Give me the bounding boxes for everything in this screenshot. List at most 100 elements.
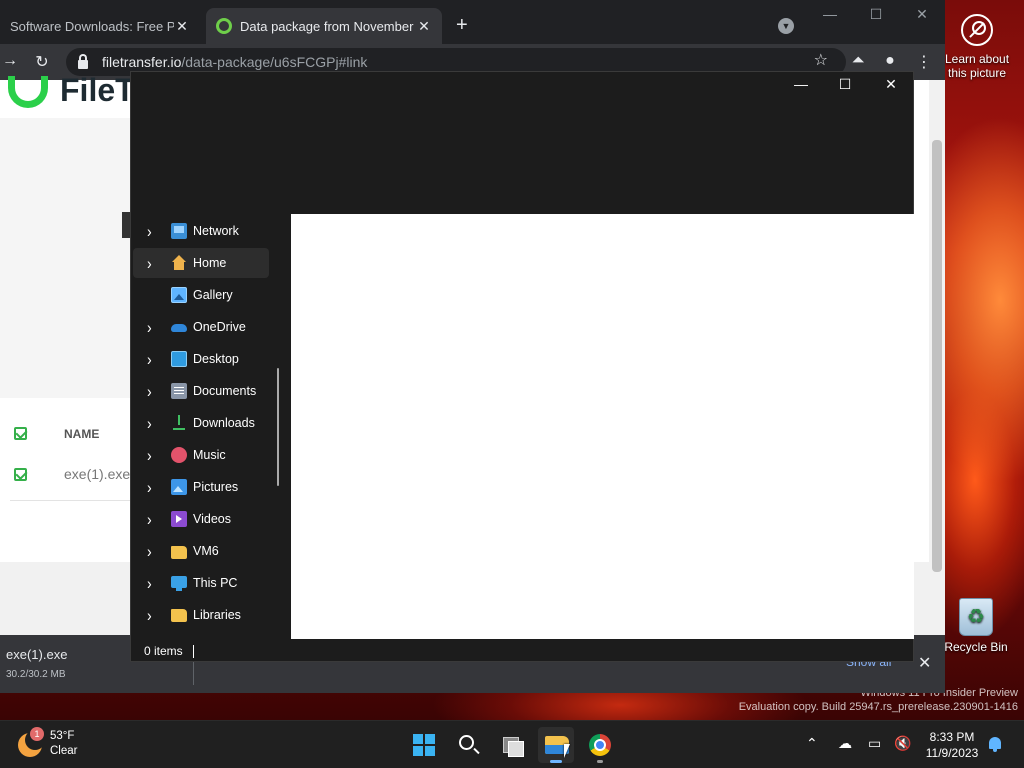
close-tab-icon[interactable]: ✕ bbox=[416, 18, 432, 35]
volume-muted-icon[interactable]: 🔇 bbox=[894, 735, 911, 752]
nav-item-network[interactable]: › Network bbox=[133, 216, 269, 246]
nav-item-onedrive[interactable]: › OneDrive bbox=[133, 312, 269, 342]
nav-item-label: Pictures bbox=[193, 480, 239, 494]
select-all-checkbox[interactable] bbox=[14, 427, 27, 440]
search-button[interactable] bbox=[450, 727, 486, 763]
maximize-icon[interactable]: ☐ bbox=[866, 6, 886, 23]
chevron-right-icon[interactable]: › bbox=[147, 573, 167, 592]
mouse-cursor-icon bbox=[564, 744, 570, 758]
chevron-right-icon[interactable]: › bbox=[147, 605, 167, 624]
nav-item-videos[interactable]: › Videos bbox=[133, 504, 269, 534]
scrollbar-thumb[interactable] bbox=[932, 140, 942, 572]
nav-item-label: Libraries bbox=[193, 608, 241, 622]
weather-temp: 53°F bbox=[50, 730, 75, 742]
nav-item-gallery[interactable]: Gallery bbox=[133, 280, 269, 310]
nav-item-pictures[interactable]: › Pictures bbox=[133, 472, 269, 502]
chevron-right-icon[interactable]: › bbox=[147, 541, 167, 560]
onedrive-status-icon[interactable]: ☁ bbox=[838, 735, 852, 752]
tab-search-icon[interactable]: ▼ bbox=[778, 18, 794, 34]
nav-item-this-pc[interactable]: › This PC bbox=[133, 568, 269, 598]
start-button[interactable] bbox=[406, 727, 442, 763]
videos-icon bbox=[171, 511, 187, 527]
nav-item-label: Documents bbox=[193, 384, 257, 398]
url-path: /data-package/u6sFCGPj#link bbox=[181, 54, 368, 70]
tab-strip: Software Downloads: Free Programs ✕ Data… bbox=[0, 0, 945, 44]
profile-icon[interactable]: ● bbox=[880, 52, 900, 70]
page-scrollbar[interactable] bbox=[929, 80, 945, 635]
nav-item-label: VM6 bbox=[193, 544, 219, 558]
nav-item-label: OneDrive bbox=[193, 320, 246, 334]
downloads-icon bbox=[171, 415, 187, 431]
libraries-icon bbox=[171, 608, 187, 622]
nav-item-home[interactable]: › Home bbox=[133, 248, 269, 278]
minimize-icon[interactable]: — bbox=[820, 6, 840, 22]
chevron-right-icon[interactable]: › bbox=[147, 477, 167, 496]
lock-icon bbox=[78, 53, 88, 69]
tab-title: Data package from November 1st bbox=[240, 18, 416, 34]
status-separator bbox=[192, 644, 194, 658]
home-icon bbox=[171, 255, 187, 271]
learn-about-picture-icon[interactable]: Learn about this picture bbox=[944, 12, 1010, 80]
new-tab-icon[interactable]: + bbox=[456, 14, 468, 37]
chevron-right-icon[interactable]: › bbox=[147, 509, 167, 528]
menu-dots-icon[interactable]: ⋮ bbox=[914, 52, 934, 72]
name-column-header: NAME bbox=[64, 427, 100, 441]
network-icon[interactable]: ▭ bbox=[868, 735, 881, 752]
nav-item-documents[interactable]: › Documents bbox=[133, 376, 269, 406]
watermark-build: Evaluation copy. Build 25947.rs_prerelea… bbox=[738, 701, 1018, 713]
this-pc-icon bbox=[171, 576, 187, 591]
close-icon[interactable]: ✕ bbox=[876, 76, 906, 93]
recycle-bin-icon[interactable]: ♻ Recycle Bin bbox=[940, 598, 1012, 654]
close-tab-icon[interactable]: ✕ bbox=[174, 18, 190, 35]
chevron-up-icon[interactable]: ⌃ bbox=[806, 735, 818, 752]
file-explorer-dialog: — ☐ ✕ › Network › Home Gallery › OneDrive › Desk… bbox=[130, 71, 914, 662]
nav-item-desktop[interactable]: › Desktop bbox=[133, 344, 269, 374]
chevron-right-icon[interactable]: › bbox=[147, 221, 167, 240]
notification-bell-icon[interactable] bbox=[989, 737, 1001, 752]
file-content-area[interactable] bbox=[291, 214, 914, 639]
weather-widget[interactable]: 1 53°F Clear bbox=[18, 727, 118, 763]
chrome-taskbar-button[interactable] bbox=[582, 727, 618, 763]
nav-scrollbar[interactable] bbox=[277, 368, 279, 486]
learn-about-label: Learn about this picture bbox=[944, 52, 1010, 80]
chevron-right-icon[interactable]: › bbox=[147, 445, 167, 464]
chevron-right-icon[interactable]: › bbox=[147, 413, 167, 432]
nav-item-music[interactable]: › Music bbox=[133, 440, 269, 470]
chevron-right-icon[interactable]: › bbox=[147, 381, 167, 400]
tab-data-package[interactable]: Data package from November 1st ✕ bbox=[206, 8, 442, 44]
download-progress: 30.2/30.2 MB bbox=[6, 669, 66, 680]
reload-icon[interactable]: ↻ bbox=[32, 52, 52, 72]
extensions-flask-icon[interactable]: ⏶ bbox=[848, 52, 868, 70]
tab-software-downloads[interactable]: Software Downloads: Free Programs ✕ bbox=[0, 8, 200, 44]
bookmark-star-icon[interactable]: ☆ bbox=[814, 50, 828, 70]
nav-item-label: This PC bbox=[193, 576, 238, 590]
maximize-icon[interactable]: ☐ bbox=[830, 76, 860, 93]
nav-item-label: Videos bbox=[193, 512, 231, 526]
close-download-shelf-icon[interactable]: ✕ bbox=[918, 653, 931, 673]
page-hero-section bbox=[0, 118, 130, 398]
close-window-icon[interactable]: ✕ bbox=[912, 6, 932, 23]
nav-item-label: Music bbox=[193, 448, 226, 462]
task-view-button[interactable] bbox=[494, 727, 530, 763]
search-icon bbox=[459, 735, 474, 750]
minimize-icon[interactable]: — bbox=[786, 76, 816, 92]
chevron-right-icon[interactable]: › bbox=[147, 253, 167, 272]
filetransfer-favicon-icon bbox=[216, 18, 232, 34]
nav-item-downloads[interactable]: › Downloads bbox=[133, 408, 269, 438]
navigation-pane: › Network › Home Gallery › OneDrive › Desktop › Do… bbox=[131, 214, 291, 639]
chevron-right-icon[interactable]: › bbox=[147, 317, 167, 336]
notification-badge: 1 bbox=[30, 727, 44, 741]
file-checkbox[interactable] bbox=[14, 468, 27, 481]
tab-title: Software Downloads: Free Programs bbox=[10, 18, 174, 34]
url-domain: filetransfer.io bbox=[102, 54, 182, 70]
clock-time: 8:33 PM bbox=[929, 730, 975, 744]
nav-item-libraries[interactable]: › Libraries bbox=[133, 600, 269, 630]
pictures-icon bbox=[171, 479, 187, 495]
system-clock[interactable]: 8:33 PM 11/9/2023 bbox=[916, 729, 988, 761]
forward-icon[interactable]: → bbox=[0, 52, 20, 70]
running-indicator bbox=[597, 760, 603, 763]
chevron-right-icon[interactable]: › bbox=[147, 349, 167, 368]
camera-circle-icon bbox=[961, 14, 993, 46]
nav-item-vm6[interactable]: › VM6 bbox=[133, 536, 269, 566]
chrome-icon bbox=[589, 734, 611, 756]
